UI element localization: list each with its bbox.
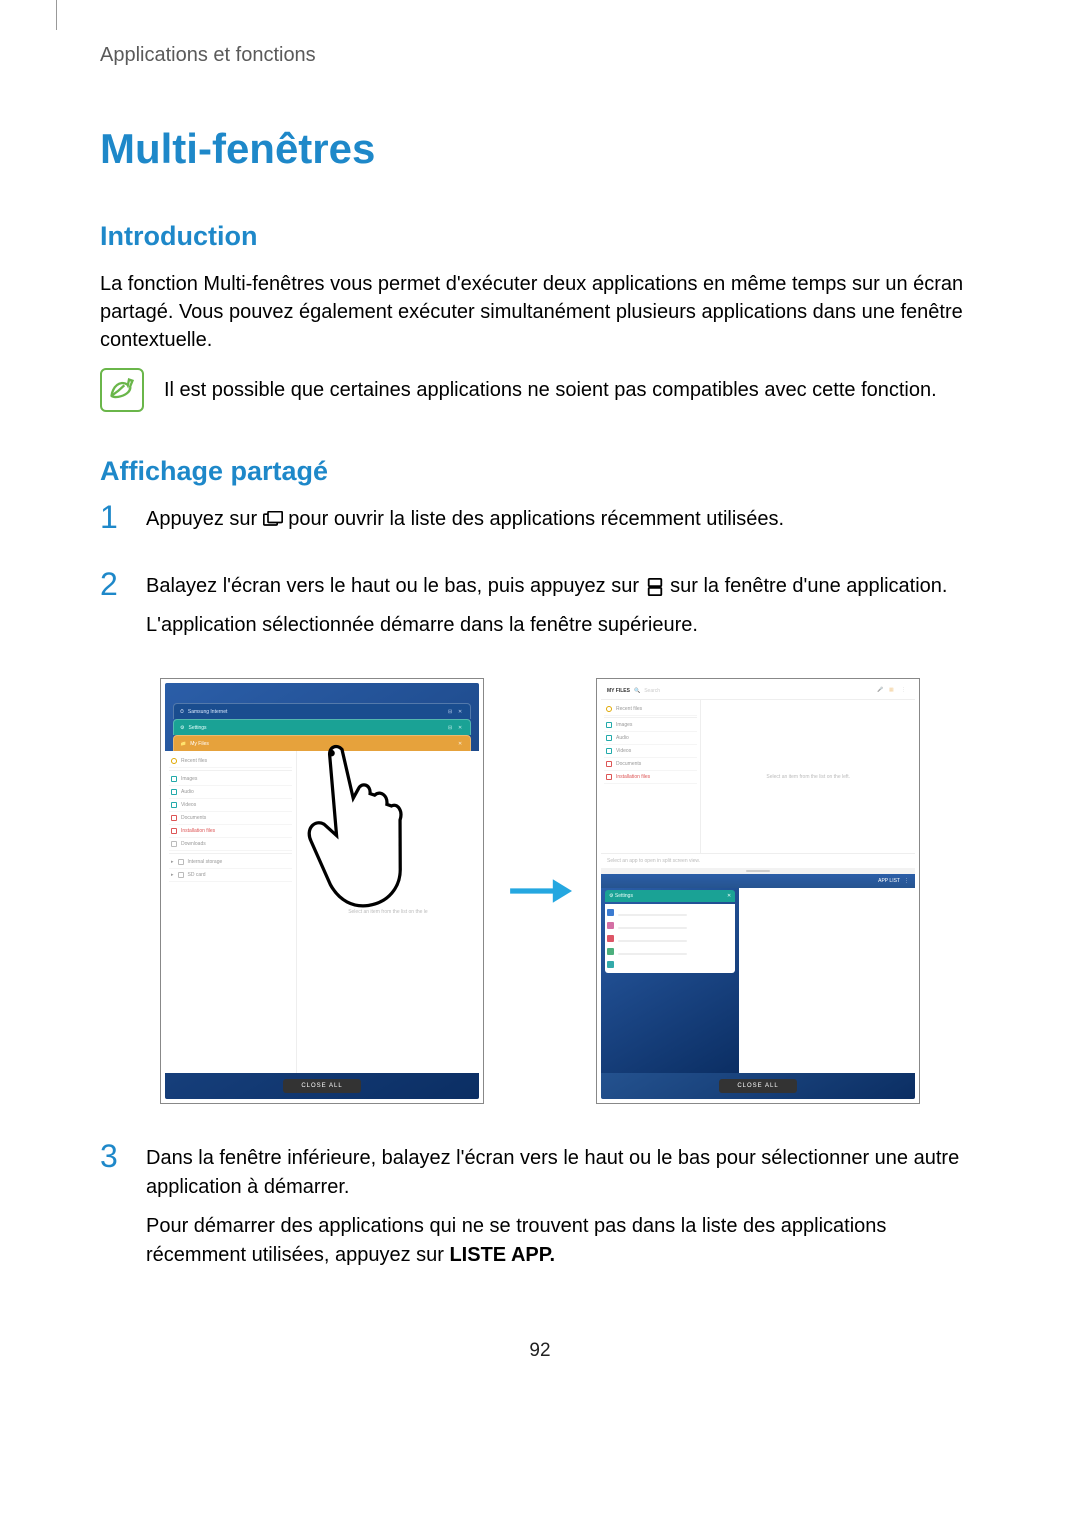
step-number: 3 <box>100 1140 130 1280</box>
note-icon <box>100 368 144 412</box>
step3-text-a: Dans la fenêtre inférieure, balayez l'éc… <box>146 1144 980 1202</box>
step2-text-b: sur la fenêtre d'une application. <box>670 575 947 597</box>
recents-card[interactable]: ⚙Settings⊟✕ <box>173 719 471 735</box>
recents-card-settings[interactable]: ⚙ Settings✕ <box>605 890 735 902</box>
recents-icon <box>263 509 283 527</box>
step-number: 2 <box>100 568 130 650</box>
device-recents: ⏱Samsung Internet⊟✕ ⚙Settings⊟✕ 📁My File… <box>160 678 484 1104</box>
arrow-right-icon <box>508 871 572 911</box>
close-all-button[interactable]: CLOSE ALL <box>719 1079 796 1093</box>
liste-app-label: LISTE APP. <box>449 1244 555 1266</box>
page-title: Multi-fenêtres <box>100 125 980 173</box>
step1-text-a: Appuyez sur <box>146 508 263 530</box>
recents-card[interactable]: 📁My Files✕ <box>173 735 471 751</box>
app-list-label[interactable]: APP LIST <box>878 878 900 884</box>
intro-body: La fonction Multi-fenêtres vous permet d… <box>100 270 980 354</box>
page-number: 92 <box>100 1340 980 1362</box>
breadcrumb: Applications et fonctions <box>100 44 980 67</box>
recents-card[interactable]: ⏱Samsung Internet⊟✕ <box>173 703 471 719</box>
more-icon[interactable]: ⋮ <box>901 687 909 695</box>
close-all-button[interactable]: CLOSE ALL <box>283 1079 360 1093</box>
figure-split-view: ⏱Samsung Internet⊟✕ ⚙Settings⊟✕ 📁My File… <box>100 678 980 1104</box>
step2-text-a: Balayez l'écran vers le haut ou le bas, … <box>146 575 645 597</box>
step2-text-c: L'application sélectionnée démarre dans … <box>146 611 980 640</box>
app-title: MY FILES <box>607 688 630 694</box>
step-number: 1 <box>100 501 130 544</box>
mic-icon[interactable]: 🎤 <box>877 687 885 695</box>
device-split-result: MY FILES 🔍 Search 🎤 ▦ ⋮ Recent files Ima… <box>596 678 920 1104</box>
multiwindow-icon <box>645 576 665 594</box>
note-text: Il est possible que certaines applicatio… <box>164 368 937 404</box>
section-heading-split: Affichage partagé <box>100 456 980 487</box>
section-heading-introduction: Introduction <box>100 221 980 252</box>
more-icon[interactable]: ⋮ <box>904 878 909 884</box>
split-hint: Select an app to open in split screen vi… <box>601 853 915 868</box>
step1-text-b: pour ouvrir la liste des applications ré… <box>288 508 784 530</box>
grid-icon[interactable]: ▦ <box>889 687 897 695</box>
